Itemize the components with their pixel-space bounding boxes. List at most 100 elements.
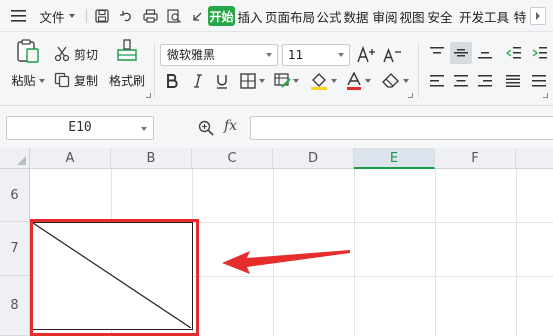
column-header-d[interactable]: D — [273, 148, 354, 169]
italic-button[interactable] — [188, 70, 208, 92]
font-color-button[interactable] — [346, 70, 376, 92]
name-box[interactable]: E10 — [6, 116, 154, 140]
align-center-button[interactable] — [450, 70, 472, 92]
grow-font-icon — [357, 46, 375, 63]
underline-button[interactable] — [212, 70, 232, 92]
column-header-b[interactable]: B — [111, 148, 192, 169]
tab-security-label: 安全 — [427, 9, 453, 25]
font-size-select[interactable]: 11 — [282, 44, 350, 66]
clear-button[interactable] — [382, 70, 412, 92]
print-preview-icon[interactable] — [164, 0, 184, 32]
align-middle-button[interactable] — [450, 42, 472, 64]
bold-icon — [167, 74, 178, 88]
borders-button[interactable] — [240, 70, 270, 92]
tab-special[interactable]: 特 — [512, 0, 528, 32]
format-painter-button[interactable]: 格式刷 — [106, 38, 148, 94]
align-top-icon — [430, 47, 444, 54]
insert-function-button[interactable]: fx — [224, 118, 237, 134]
decrease-indent-button[interactable] — [502, 42, 524, 64]
tab-data-label: 数据 — [343, 9, 369, 25]
tab-formulas[interactable]: 公式 — [316, 0, 342, 32]
tab-formulas-label: 公式 — [316, 9, 342, 25]
bold-button[interactable] — [162, 70, 182, 92]
clipboard-icon — [17, 39, 39, 63]
tab-home[interactable]: 开始 — [208, 6, 235, 26]
align-top-button[interactable] — [426, 42, 448, 64]
tab-review-label: 审阅 — [372, 9, 398, 25]
column-header-label: B — [146, 151, 156, 166]
font-color-icon — [347, 72, 361, 90]
cell-style-icon — [274, 73, 291, 88]
ribbon: 粘贴 剪切 复制 格式刷 微软雅黑 11 — [0, 32, 553, 106]
grid-line — [273, 169, 274, 336]
select-all-button[interactable] — [0, 148, 30, 169]
align-bottom-icon — [478, 52, 492, 59]
tab-data[interactable]: 数据 — [343, 0, 369, 32]
group-launcher-icon[interactable] — [146, 93, 151, 98]
cut-button[interactable]: 剪切 — [54, 44, 98, 64]
column-header-label: D — [307, 151, 318, 166]
justify-button[interactable] — [502, 70, 524, 92]
grow-font-button[interactable] — [356, 44, 378, 66]
row-header-8[interactable]: 8 — [0, 276, 30, 336]
align-right-button[interactable] — [474, 70, 496, 92]
eraser-icon — [382, 73, 399, 88]
group-launcher-icon[interactable] — [408, 93, 413, 98]
name-box-value: E10 — [68, 120, 92, 135]
italic-icon — [194, 74, 202, 88]
distributed-align-button[interactable] — [528, 70, 550, 92]
arrow-icon[interactable] — [188, 0, 206, 32]
row-header-7[interactable]: 7 — [0, 222, 30, 276]
scroll-right-button[interactable] — [530, 7, 546, 25]
tab-review[interactable]: 审阅 — [372, 0, 398, 32]
column-header-a[interactable]: A — [30, 148, 111, 169]
justify-icon — [506, 75, 520, 87]
formula-input[interactable] — [250, 116, 553, 140]
align-left-icon — [430, 75, 444, 87]
column-header-f[interactable]: F — [435, 148, 516, 169]
chevron-down-icon — [141, 127, 147, 131]
column-header-c[interactable]: C — [192, 148, 273, 169]
copy-label: 复制 — [74, 73, 99, 88]
menu-icon[interactable] — [8, 0, 28, 32]
fx-label: fx — [224, 118, 238, 134]
tab-view[interactable]: 视图 — [399, 0, 425, 32]
paste-button[interactable]: 粘贴 — [8, 38, 48, 94]
row-header-6[interactable]: 6 — [0, 169, 30, 222]
scissors-icon — [54, 46, 70, 62]
row-header-label: 6 — [10, 187, 19, 203]
save-icon[interactable] — [92, 0, 112, 32]
column-header-label: A — [65, 151, 75, 166]
tab-page-layout[interactable]: 页面布局 — [265, 0, 315, 32]
cell-style-button[interactable] — [274, 70, 304, 92]
file-menu[interactable]: 文件 — [32, 0, 82, 32]
chevron-down-icon — [338, 53, 344, 57]
chevron-down-icon — [38, 78, 45, 83]
cut-label: 剪切 — [74, 47, 99, 62]
chevron-down-icon — [331, 79, 337, 83]
align-center-icon — [454, 75, 468, 87]
chevron-right-icon — [536, 12, 540, 20]
align-right-icon — [478, 75, 492, 87]
column-header-g[interactable] — [516, 148, 553, 169]
tab-developer[interactable]: 开发工具 — [458, 0, 510, 32]
shrink-font-icon — [383, 48, 401, 63]
fill-color-button[interactable] — [310, 70, 342, 92]
column-header-e[interactable]: E — [354, 148, 435, 169]
increase-indent-button[interactable] — [528, 42, 550, 64]
border-icon — [240, 73, 256, 89]
distributed-align-icon — [532, 75, 546, 87]
copy-button[interactable]: 复制 — [54, 70, 98, 90]
align-left-button[interactable] — [426, 70, 448, 92]
zoom-icon[interactable] — [198, 120, 214, 139]
column-header-label: C — [227, 151, 237, 166]
group-launcher-icon[interactable] — [543, 93, 548, 98]
undo-icon[interactable] — [116, 0, 136, 32]
print-icon[interactable] — [140, 0, 160, 32]
tab-security[interactable]: 安全 — [427, 0, 453, 32]
font-family-select[interactable]: 微软雅黑 — [160, 44, 278, 66]
tab-insert[interactable]: 插入 — [237, 0, 263, 32]
align-bottom-button[interactable] — [474, 42, 496, 64]
menu-separator — [86, 9, 87, 23]
shrink-font-button[interactable] — [382, 44, 404, 66]
